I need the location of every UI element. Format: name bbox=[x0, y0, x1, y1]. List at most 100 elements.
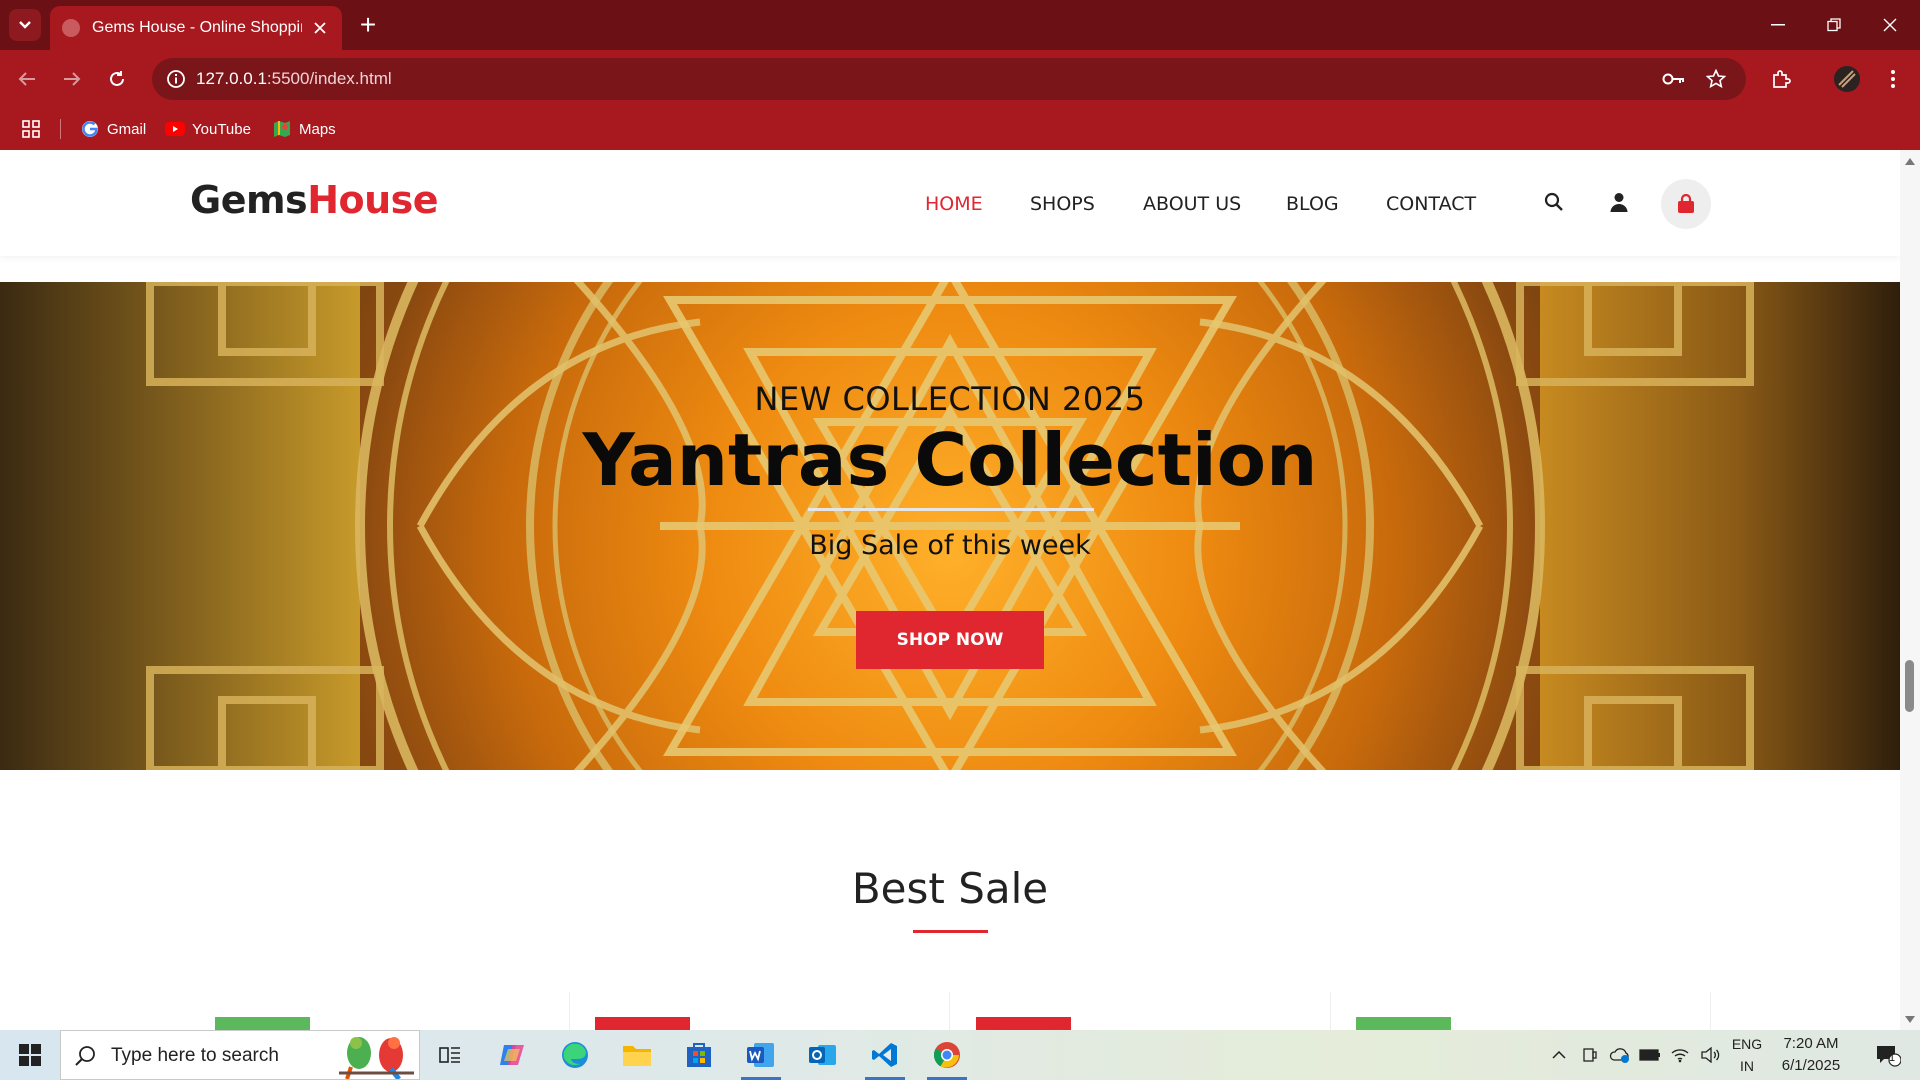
product-column-divider bbox=[949, 992, 950, 1030]
account-button[interactable] bbox=[1605, 188, 1633, 216]
input-language[interactable]: ENG IN bbox=[1726, 1033, 1768, 1077]
reload-button[interactable] bbox=[100, 62, 134, 96]
nav-contact[interactable]: CONTACT bbox=[1386, 193, 1476, 215]
store-icon bbox=[687, 1043, 711, 1067]
notification-icon bbox=[1877, 1046, 1901, 1067]
store-app[interactable] bbox=[673, 1035, 725, 1075]
tab-close-icon[interactable] bbox=[310, 18, 330, 38]
browser-titlebar: Gems House - Online Shopping + bbox=[0, 0, 1920, 50]
browser-menu-button[interactable] bbox=[1876, 62, 1910, 96]
user-icon bbox=[1610, 193, 1628, 212]
bookmark-label: Gmail bbox=[107, 120, 147, 138]
site-info-icon[interactable] bbox=[166, 69, 186, 89]
more-vertical-icon bbox=[1891, 70, 1895, 88]
bookmark-star-icon[interactable] bbox=[1704, 67, 1728, 91]
bookmark-maps[interactable]: Maps bbox=[272, 117, 336, 141]
vscode-app[interactable] bbox=[859, 1035, 911, 1080]
nav-about-us[interactable]: ABOUT US bbox=[1143, 193, 1241, 215]
scrollbar-thumb[interactable] bbox=[1905, 660, 1914, 712]
tab-title: Gems House - Online Shopping bbox=[92, 19, 302, 36]
browser-toolbar: 127.0.0.1:5500/index.html bbox=[0, 50, 1920, 108]
search-placeholder: Type here to search bbox=[111, 1045, 279, 1066]
bookmark-youtube[interactable]: YouTube bbox=[165, 117, 251, 141]
hero-title: Yantras Collection bbox=[582, 418, 1318, 502]
show-hidden-icons[interactable] bbox=[1546, 1030, 1572, 1080]
restore-button[interactable] bbox=[1806, 0, 1862, 50]
notification-count: 1 bbox=[1889, 1052, 1896, 1064]
forward-button[interactable] bbox=[55, 62, 89, 96]
copilot-icon bbox=[500, 1045, 524, 1065]
new-tab-button[interactable]: + bbox=[352, 9, 384, 41]
bookmarks-divider bbox=[60, 119, 61, 139]
chrome-app[interactable] bbox=[921, 1035, 973, 1080]
profile-avatar[interactable] bbox=[1830, 62, 1864, 96]
onedrive-icon[interactable] bbox=[1606, 1030, 1634, 1080]
close-icon bbox=[1883, 18, 1897, 32]
clock-date: 6/1/2025 bbox=[1781, 1057, 1841, 1074]
product-badge-green bbox=[215, 1017, 310, 1030]
battery-icon[interactable] bbox=[1636, 1030, 1664, 1080]
lang-region: IN bbox=[1740, 1058, 1754, 1074]
system-clock[interactable]: 7:20 AM 6/1/2025 bbox=[1768, 1033, 1854, 1077]
product-column-divider bbox=[569, 992, 570, 1030]
outlook-app[interactable] bbox=[797, 1035, 849, 1075]
restore-icon bbox=[1827, 18, 1841, 32]
product-column-divider bbox=[1330, 992, 1331, 1030]
close-window-button[interactable] bbox=[1862, 0, 1918, 50]
product-badge-green bbox=[1356, 1017, 1451, 1030]
apps-grid-icon bbox=[22, 120, 40, 138]
best-sale-heading: Best Sale bbox=[851, 864, 1049, 913]
wifi-icon[interactable] bbox=[1666, 1030, 1694, 1080]
yantra-background-art bbox=[0, 282, 1900, 770]
search-button[interactable] bbox=[1540, 188, 1568, 216]
nav-shops[interactable]: SHOPS bbox=[1030, 193, 1095, 215]
windows-taskbar: Type here to search ENG IN 7:20 AM 6/1/2… bbox=[0, 1030, 1920, 1080]
hero-banner: NEW COLLECTION 2025 Yantras Collection B… bbox=[0, 282, 1900, 770]
shop-now-button[interactable]: SHOP NOW bbox=[856, 611, 1044, 669]
scroll-up-arrow[interactable] bbox=[1905, 158, 1915, 165]
tray-device-icon[interactable] bbox=[1578, 1030, 1602, 1080]
password-key-icon[interactable] bbox=[1662, 67, 1686, 91]
nav-home[interactable]: HOME bbox=[925, 193, 983, 215]
task-view-icon bbox=[439, 1047, 460, 1063]
google-icon bbox=[80, 119, 100, 139]
bookmark-gmail[interactable]: Gmail bbox=[80, 117, 146, 141]
arrow-left-icon bbox=[18, 72, 35, 86]
cart-button[interactable] bbox=[1661, 179, 1711, 229]
back-button[interactable] bbox=[10, 62, 44, 96]
windows-logo-icon bbox=[19, 1044, 41, 1066]
nav-blog[interactable]: BLOG bbox=[1286, 193, 1339, 215]
search-icon bbox=[75, 1046, 95, 1066]
chevron-down-icon bbox=[19, 21, 31, 29]
tab-search-button[interactable] bbox=[9, 9, 41, 41]
notification-center-button[interactable]: 1 bbox=[1866, 1030, 1910, 1080]
site-logo[interactable]: GemsHouse bbox=[190, 178, 439, 222]
product-column-divider bbox=[1710, 992, 1711, 1030]
browser-tab[interactable]: Gems House - Online Shopping bbox=[50, 6, 342, 50]
copilot-app[interactable] bbox=[487, 1035, 539, 1075]
edge-app[interactable] bbox=[549, 1035, 601, 1075]
search-icon bbox=[1544, 192, 1563, 211]
page-scrollbar[interactable] bbox=[1900, 150, 1920, 1030]
taskbar-search[interactable]: Type here to search bbox=[60, 1030, 420, 1080]
best-sale-underline bbox=[913, 930, 988, 933]
url-text: 127.0.0.1:5500/index.html bbox=[196, 69, 392, 88]
youtube-icon bbox=[165, 119, 185, 139]
edge-icon bbox=[562, 1042, 588, 1068]
address-bar[interactable]: 127.0.0.1:5500/index.html bbox=[152, 58, 1746, 100]
extensions-button[interactable] bbox=[1764, 62, 1798, 96]
word-app[interactable] bbox=[735, 1035, 787, 1080]
task-view-button[interactable] bbox=[424, 1035, 476, 1075]
bookmarks-bar: Gmail YouTube Maps bbox=[0, 108, 1920, 150]
volume-icon[interactable] bbox=[1696, 1030, 1724, 1080]
scroll-down-arrow[interactable] bbox=[1905, 1016, 1915, 1023]
product-badge-red bbox=[595, 1017, 690, 1030]
web-page: GemsHouse HOME SHOPS ABOUT US BLOG CONTA… bbox=[0, 150, 1920, 1030]
puzzle-icon bbox=[1773, 70, 1791, 88]
apps-button[interactable] bbox=[22, 117, 40, 141]
file-explorer-app[interactable] bbox=[611, 1035, 663, 1075]
minimize-button[interactable] bbox=[1750, 0, 1806, 50]
chrome-icon bbox=[933, 1042, 960, 1068]
hero-tagline: Big Sale of this week bbox=[809, 530, 1091, 561]
start-button[interactable] bbox=[0, 1030, 60, 1080]
